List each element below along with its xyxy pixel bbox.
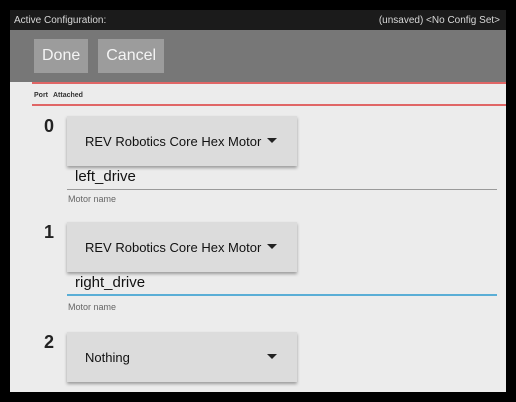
- device-dropdown-label: REV Robotics Core Hex Motor: [85, 133, 262, 149]
- header-divider-top: [32, 82, 506, 84]
- port-number-2: 2: [44, 332, 55, 352]
- attached-column-header: Attached: [53, 92, 83, 99]
- header-divider-bottom: [32, 104, 506, 106]
- port-number-1: 1: [44, 222, 55, 242]
- motor-name-label-port-1: Motor name: [68, 302, 117, 312]
- status-bar: Active Configuration: (unsaved) <No Conf…: [10, 10, 506, 30]
- device-dropdown-port-2[interactable]: Nothing: [67, 332, 297, 382]
- device-dropdown-label: REV Robotics Core Hex Motor: [85, 239, 262, 255]
- toolbar: Done Cancel: [10, 30, 506, 82]
- app-window: Active Configuration: (unsaved) <No Conf…: [10, 10, 506, 392]
- port-number-0: 0: [44, 116, 55, 136]
- port-column-header: Port: [34, 92, 48, 99]
- device-dropdown-port-1[interactable]: REV Robotics Core Hex Motor: [67, 222, 297, 272]
- table-header: Port Attached: [34, 92, 83, 99]
- motor-name-field-port-1[interactable]: right_drive: [67, 274, 497, 296]
- done-button[interactable]: Done: [34, 39, 89, 73]
- config-state-label: (unsaved) <No Config Set>: [378, 14, 500, 26]
- caret-down-icon: [267, 138, 277, 143]
- motor-name-label-port-0: Motor name: [68, 194, 117, 204]
- cancel-button[interactable]: Cancel: [98, 39, 165, 73]
- active-configuration-label: Active Configuration:: [14, 14, 107, 26]
- device-dropdown-port-0[interactable]: REV Robotics Core Hex Motor: [67, 116, 297, 166]
- device-dropdown-label: Nothing: [85, 349, 130, 365]
- caret-down-icon: [267, 244, 277, 249]
- motor-name-field-port-0[interactable]: left_drive: [67, 168, 497, 190]
- caret-down-icon: [267, 354, 277, 359]
